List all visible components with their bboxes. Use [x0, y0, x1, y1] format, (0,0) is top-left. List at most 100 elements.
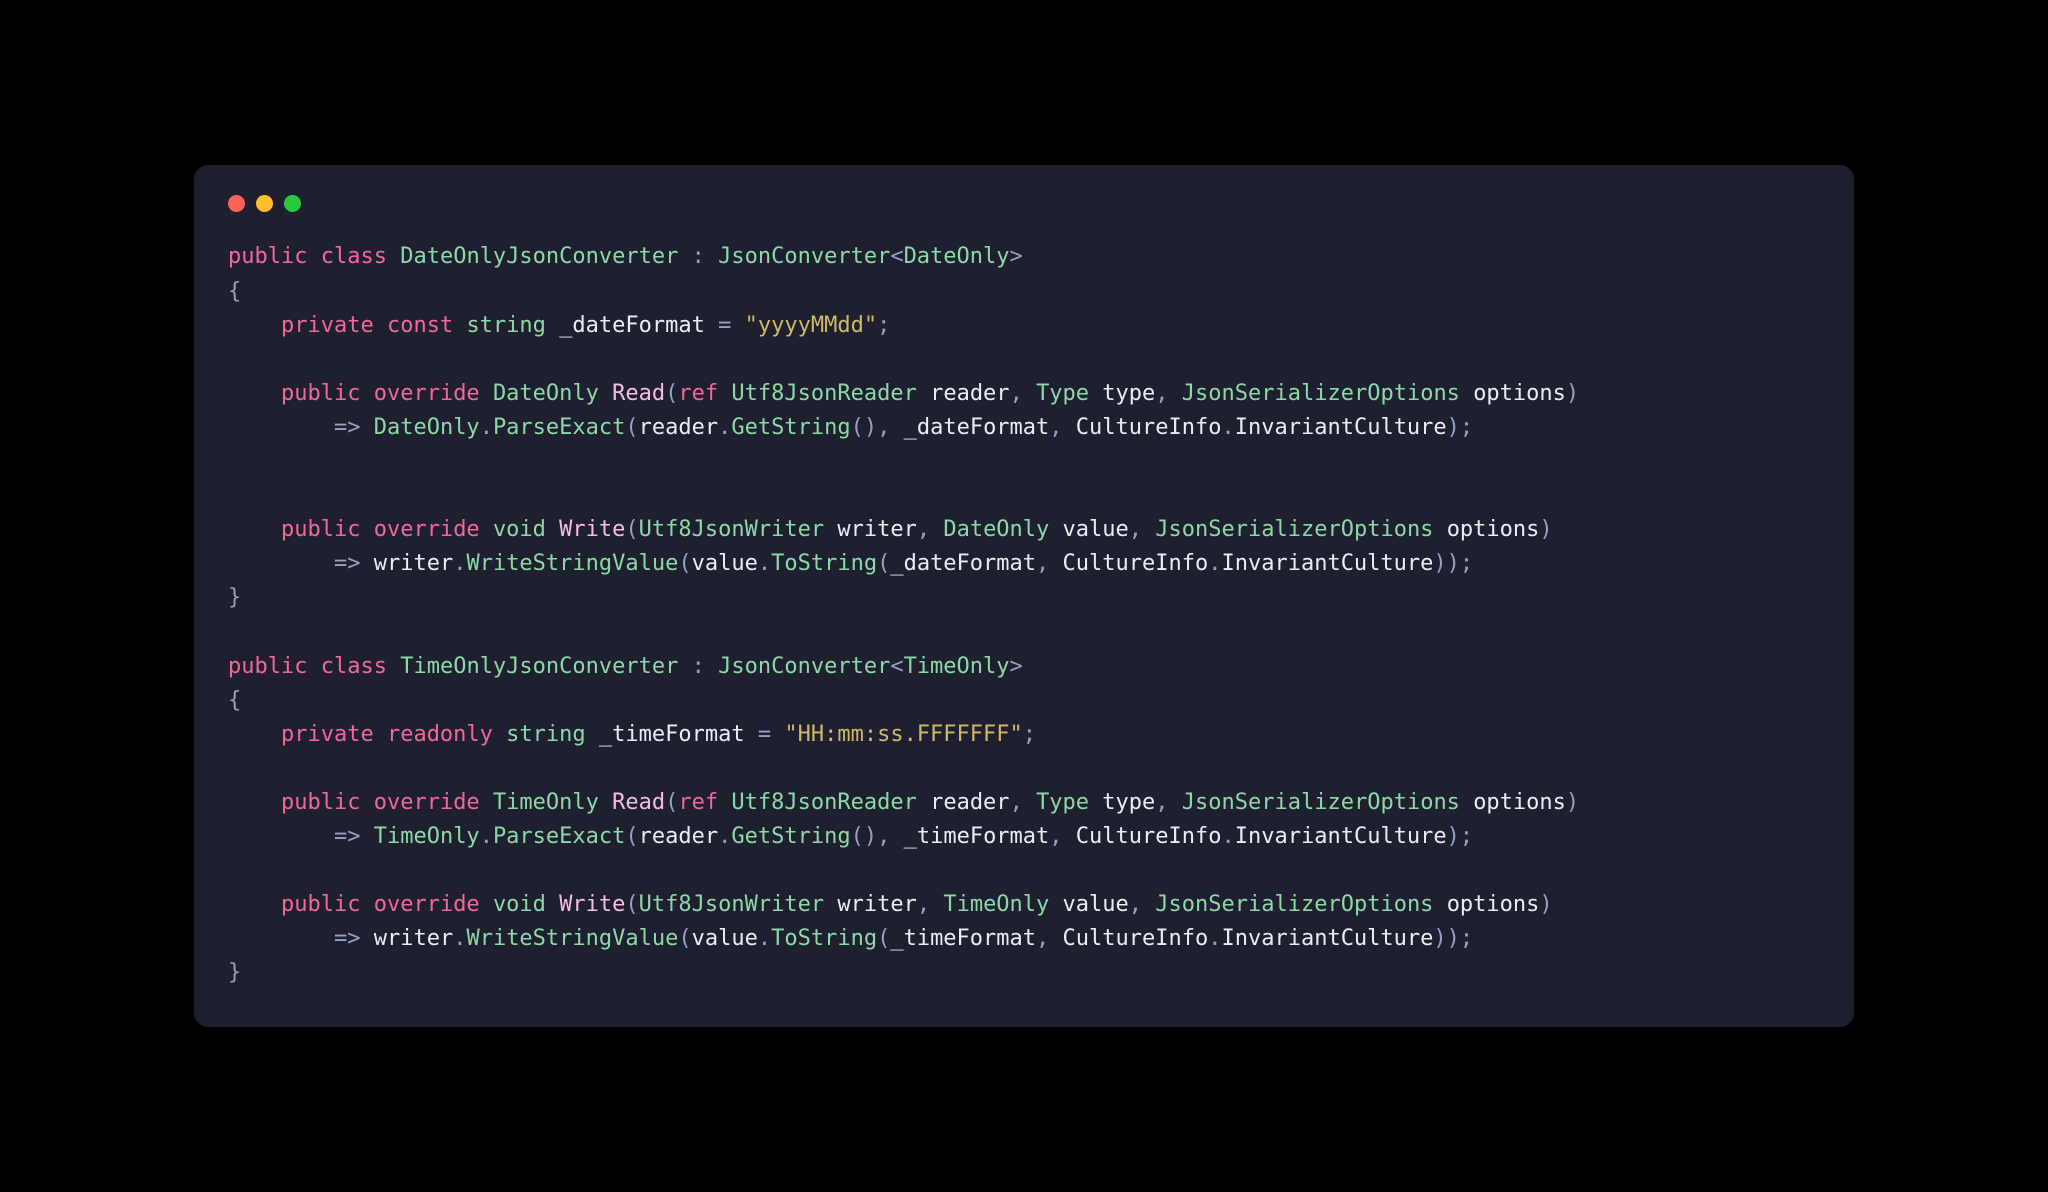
identifier: options — [1447, 892, 1540, 917]
punct: > — [1010, 654, 1023, 679]
punct: . — [1222, 824, 1235, 849]
punct: ) — [1539, 517, 1552, 542]
punct: ) — [1433, 926, 1446, 951]
punct: , — [1010, 381, 1023, 406]
punct: . — [453, 551, 466, 576]
punct: : — [692, 654, 705, 679]
identifier: writer — [374, 551, 453, 576]
punct: ) — [1447, 926, 1460, 951]
brace: } — [228, 960, 241, 985]
punct: . — [758, 926, 771, 951]
brace: { — [228, 279, 241, 304]
punct: . — [453, 926, 466, 951]
punct: > — [1010, 244, 1023, 269]
identifier: CultureInfo — [1076, 415, 1222, 440]
punct: . — [480, 415, 493, 440]
method: ParseExact — [493, 824, 625, 849]
window-controls — [228, 195, 1820, 212]
punct: < — [890, 244, 903, 269]
punct: ( — [678, 926, 691, 951]
identifier: options — [1473, 381, 1566, 406]
punct: . — [758, 551, 771, 576]
type: JsonConverter — [718, 654, 890, 679]
keyword: public — [281, 381, 360, 406]
type: void — [493, 892, 546, 917]
punct: , — [877, 824, 890, 849]
type: DateOnly — [943, 517, 1049, 542]
type: JsonSerializerOptions — [1155, 892, 1433, 917]
type: DateOnly — [493, 381, 599, 406]
identifier: CultureInfo — [1063, 926, 1209, 951]
type: TimeOnly — [904, 654, 1010, 679]
identifier: reader — [930, 790, 1009, 815]
punct: ) — [1539, 892, 1552, 917]
punct: ( — [625, 824, 638, 849]
identifier: reader — [639, 824, 718, 849]
code-block: public class DateOnly JsonConverter : Jso… — [228, 240, 1820, 990]
keyword: public — [281, 892, 360, 917]
type: JsonConverter — [718, 244, 890, 269]
punct: , — [1010, 790, 1023, 815]
identifier: CultureInfo — [1063, 551, 1209, 576]
punct: ( — [851, 415, 864, 440]
punct: ; — [1023, 722, 1036, 747]
keyword: public — [228, 244, 307, 269]
function: Read — [612, 790, 665, 815]
identifier: writer — [374, 926, 453, 951]
keyword: ref — [678, 381, 718, 406]
identifier: InvariantCulture — [1221, 926, 1433, 951]
type: JsonSerializerOptions — [1182, 790, 1460, 815]
punct: , — [1036, 551, 1049, 576]
keyword: public — [281, 790, 360, 815]
brace: } — [228, 585, 241, 610]
close-icon[interactable] — [228, 195, 245, 212]
keyword: class — [321, 244, 387, 269]
maximize-icon[interactable] — [284, 195, 301, 212]
method: ParseExact — [493, 415, 625, 440]
identifier: value — [1063, 517, 1129, 542]
punct: , — [1129, 892, 1142, 917]
identifier: _dateFormat — [890, 551, 1036, 576]
identifier: _timeFormat — [599, 722, 745, 747]
keyword: ref — [678, 790, 718, 815]
keyword: override — [374, 517, 480, 542]
identifier: options — [1473, 790, 1566, 815]
punct: , — [917, 517, 930, 542]
punct: , — [1155, 381, 1168, 406]
punct: ( — [625, 517, 638, 542]
identifier: writer — [837, 892, 916, 917]
punct: ) — [864, 824, 877, 849]
identifier: type — [1102, 381, 1155, 406]
type: string — [506, 722, 585, 747]
minimize-icon[interactable] — [256, 195, 273, 212]
keyword: const — [387, 313, 453, 338]
identifier: writer — [837, 517, 916, 542]
type: Utf8JsonReader — [731, 381, 916, 406]
type: JsonSerializerOptions — [1182, 381, 1460, 406]
punct: , — [917, 892, 930, 917]
type: JsonSerializerOptions — [1155, 517, 1433, 542]
punct: ; — [1460, 926, 1473, 951]
punct: < — [890, 654, 903, 679]
punct: , — [1049, 415, 1062, 440]
identifier: options — [1447, 517, 1540, 542]
method: ToString — [771, 926, 877, 951]
punct: : — [692, 244, 705, 269]
punct: ; — [1460, 824, 1473, 849]
punct: ; — [877, 313, 890, 338]
punct: , — [1036, 926, 1049, 951]
keyword: readonly — [387, 722, 493, 747]
arrow: => — [334, 824, 361, 849]
type: Type — [1036, 790, 1089, 815]
type: DateOnly — [904, 244, 1010, 269]
keyword: override — [374, 892, 480, 917]
type: TimeOnly — [374, 824, 480, 849]
punct: . — [1222, 415, 1235, 440]
punct: , — [1129, 517, 1142, 542]
keyword: private — [281, 722, 374, 747]
punct: , — [1155, 790, 1168, 815]
punct: . — [718, 824, 731, 849]
identifier: reader — [930, 381, 1009, 406]
string: "HH:mm:ss.FFFFFFF" — [784, 722, 1022, 747]
punct: . — [718, 415, 731, 440]
